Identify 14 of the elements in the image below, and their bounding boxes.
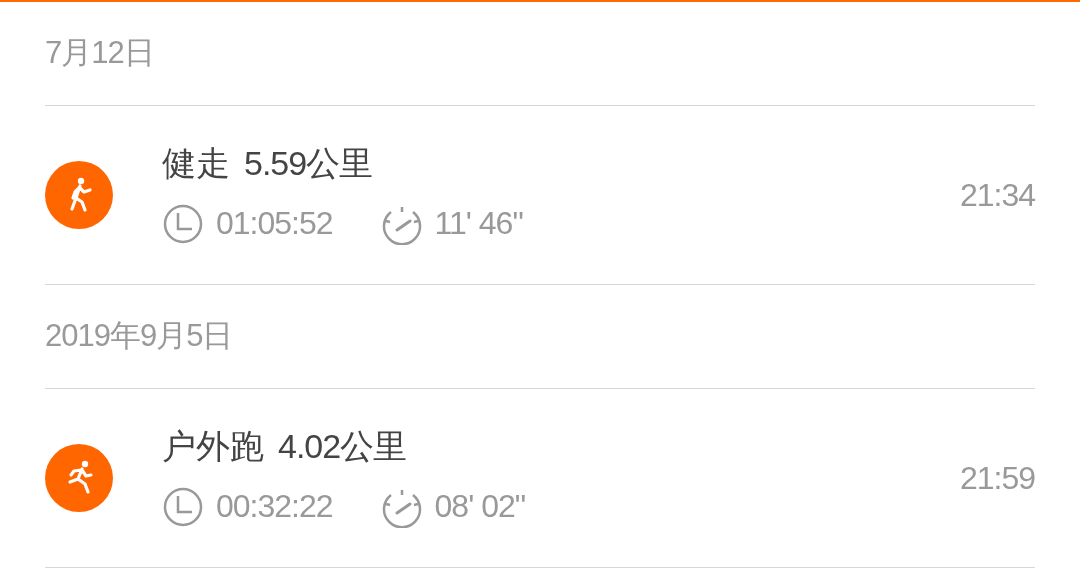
pace: 08' 02": [434, 489, 526, 525]
activity-name: 健走: [162, 145, 230, 183]
duration: 01:05:52: [216, 206, 333, 242]
distance: 5.59公里: [244, 145, 373, 183]
clock-icon: [162, 202, 204, 245]
time-label: 21:59: [959, 459, 1035, 498]
date-header: 7月12日: [45, 34, 154, 73]
activity-name: 户外跑: [162, 428, 264, 466]
time-label: 21:34: [959, 176, 1035, 215]
date-header: 2019年9月5日: [45, 317, 233, 356]
pace: 11' 46": [434, 206, 523, 242]
distance: 4.02公里: [278, 428, 407, 466]
clock-icon: [162, 485, 204, 528]
duration: 00:32:22: [216, 489, 333, 525]
